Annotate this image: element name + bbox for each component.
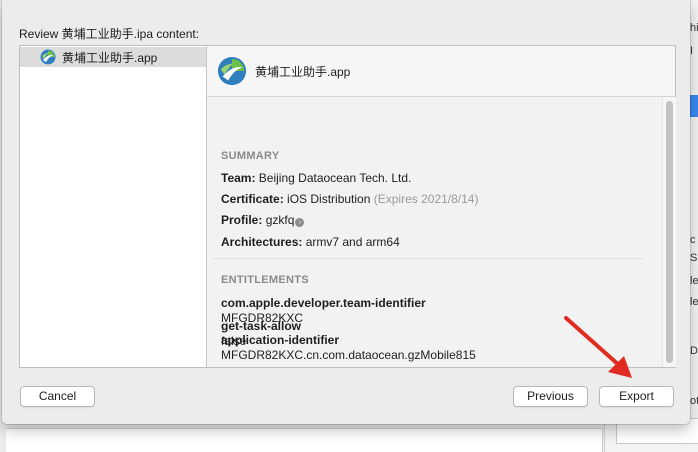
entitlement-value: MFGDR82KXC.cn.com.dataocean.gzMobile815 — [221, 348, 476, 362]
previous-button[interactable]: Previous — [513, 386, 588, 407]
summary-heading: SUMMARY — [221, 150, 280, 162]
profile-row: Profile: gzkfq › — [221, 213, 305, 227]
app-icon — [40, 49, 56, 65]
background-text-fragment: c — [690, 234, 696, 246]
team-row: Team: Beijing Dataocean Tech. Ltd. — [221, 171, 411, 185]
background-text-fragment: S — [690, 252, 698, 264]
reveal-arrow-icon[interactable]: › — [295, 218, 305, 227]
team-value: Beijing Dataocean Tech. Ltd. — [258, 171, 412, 185]
annotation-arrow-icon — [564, 316, 632, 378]
architectures-label: Architectures: — [221, 235, 303, 249]
detail-title: 黄埔工业助手.app — [255, 64, 351, 79]
background-text-fragment: ot — [690, 395, 698, 407]
entitlements-heading: ENTITLEMENTS — [221, 274, 309, 286]
section-divider — [213, 258, 643, 259]
entitlement-key: get-task-allow — [221, 319, 302, 333]
background-text-fragment: I — [690, 45, 694, 57]
source-list-item-label: 黄埔工业助手.app — [62, 50, 158, 65]
vertical-scrollbar[interactable] — [662, 97, 676, 367]
app-icon — [217, 56, 247, 86]
background-text-fragment: le — [690, 275, 698, 287]
entitlement-key: com.apple.developer.team-identifier — [221, 296, 426, 310]
certificate-value: iOS Distribution — [287, 192, 371, 206]
architectures-row: Architectures: armv7 and arm64 — [221, 235, 400, 249]
background-text-fragment: le — [690, 296, 698, 308]
certificate-row: Certificate: iOS Distribution (Expires 2… — [221, 192, 478, 206]
scrollbar-thumb[interactable] — [666, 101, 673, 363]
profile-value: gzkfq — [265, 213, 295, 227]
certificate-expiry: (Expires 2021/8/14) — [373, 192, 479, 206]
source-list-item-app[interactable]: 黄埔工业助手.app — [20, 47, 206, 67]
sheet-title: Review 黄埔工业助手.ipa content: — [19, 27, 200, 41]
profile-label: Profile: — [221, 213, 263, 227]
bundle-source-list: 黄埔工业助手.app — [20, 46, 207, 367]
entitlement-value: false — [221, 334, 247, 348]
background-text-fragment: hi — [690, 22, 698, 34]
background-text-fragment: D — [690, 345, 698, 357]
detail-header: 黄埔工业助手.app — [207, 46, 675, 97]
certificate-label: Certificate: — [221, 192, 284, 206]
export-button[interactable]: Export — [599, 386, 674, 407]
team-label: Team: — [221, 171, 256, 185]
architectures-value: armv7 and arm64 — [305, 235, 400, 249]
background-editor-area — [6, 428, 603, 452]
cancel-button[interactable]: Cancel — [20, 386, 95, 407]
